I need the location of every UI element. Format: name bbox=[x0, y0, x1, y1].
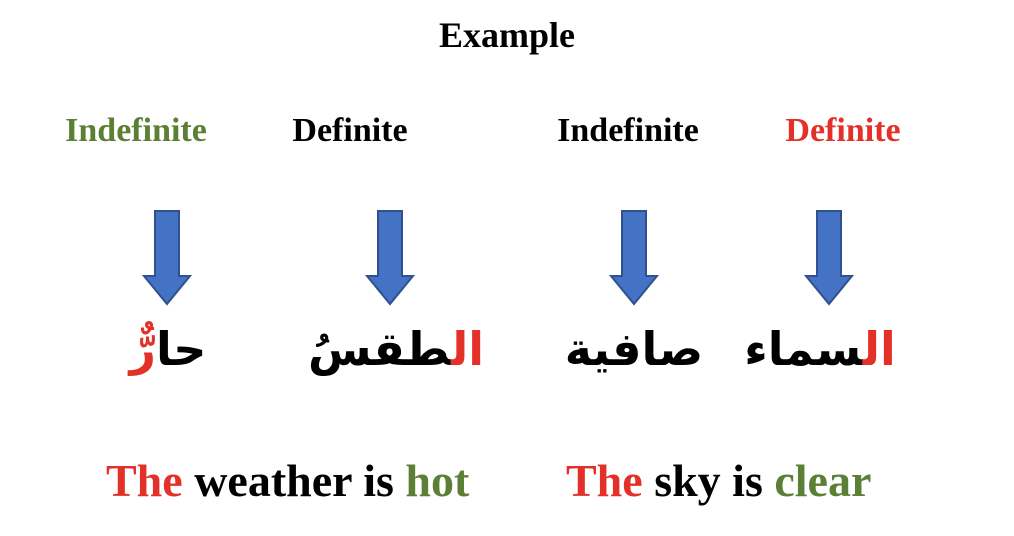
arabic-word-hot: حارٌّ bbox=[58, 322, 278, 376]
arabic-article-al: ال bbox=[862, 322, 896, 376]
sentence-weather-the: The bbox=[106, 455, 183, 506]
down-arrow-icon bbox=[609, 210, 659, 306]
arabic-word-hot-ending: رٌّ bbox=[129, 322, 157, 376]
label-definite-2: Definite bbox=[785, 112, 901, 149]
arabic-word-weather-stem: طقسُ bbox=[308, 322, 451, 376]
sentence-weather-end: hot bbox=[405, 455, 470, 506]
arabic-word-sky-stem: سماء bbox=[744, 322, 863, 376]
label-indefinite-1: Indefinite bbox=[65, 112, 207, 149]
sentence-weather: The weather is hot bbox=[106, 454, 469, 507]
arabic-article-al: ال bbox=[450, 322, 484, 376]
sentence-weather-middle: weather is bbox=[182, 455, 406, 506]
sentence-sky-the: The bbox=[566, 455, 643, 506]
label-definite-1: Definite bbox=[292, 112, 408, 149]
label-indefinite-2: Indefinite bbox=[557, 112, 699, 149]
down-arrow-icon bbox=[804, 210, 854, 306]
arabic-word-weather: الطقسُ bbox=[286, 322, 506, 376]
down-arrow-icon bbox=[142, 210, 192, 306]
sentence-sky-end: clear bbox=[774, 455, 872, 506]
arabic-word-sky: السماء bbox=[710, 322, 930, 376]
sentence-sky: The sky is clear bbox=[566, 454, 871, 507]
down-arrow-icon bbox=[365, 210, 415, 306]
arabic-word-hot-stem: حا bbox=[156, 322, 207, 376]
arabic-word-clear-stem: صافية bbox=[564, 322, 704, 376]
sentence-sky-middle: sky is bbox=[642, 455, 775, 506]
page-title: Example bbox=[438, 15, 575, 55]
